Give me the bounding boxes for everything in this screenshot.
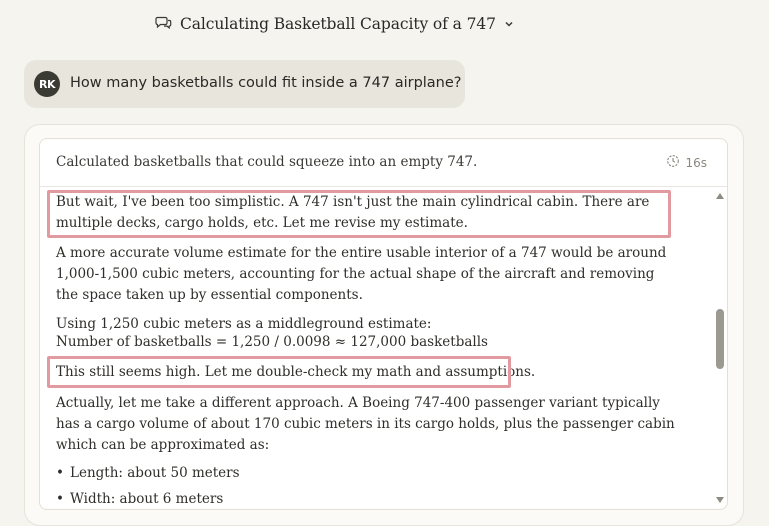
user-message: RK How many basketballs could fit inside…: [24, 60, 465, 108]
conversation-title: Calculating Basketball Capacity of a 747: [180, 15, 496, 33]
scroll-down-arrow-icon[interactable]: [716, 497, 724, 503]
scroll-up-arrow-icon[interactable]: [716, 193, 724, 199]
thinking-paragraph: A more accurate volume estimate for the …: [56, 245, 667, 303]
chat-bubbles-icon: [155, 14, 172, 34]
highlight-box: [47, 190, 671, 238]
scroll-thumb[interactable]: [716, 309, 724, 369]
duration-text: 16s: [685, 155, 707, 170]
clock-icon: [666, 154, 680, 171]
thinking-summary: Calculated basketballs that could squeez…: [56, 154, 478, 170]
thinking-duration: 16s: [666, 154, 707, 171]
conversation-title-button[interactable]: Calculating Basketball Capacity of a 747: [155, 13, 514, 35]
scrollbar[interactable]: [713, 187, 727, 509]
thinking-content: But wait, I've been too simplistic. A 74…: [40, 187, 714, 509]
thinking-paragraph: Actually, let me take a different approa…: [56, 395, 675, 453]
list-item: Length: about 50 meters: [56, 463, 240, 484]
thinking-paragraph: Number of basketballs = 1,250 / 0.0098 ≈…: [56, 334, 488, 350]
highlight-box: [47, 356, 511, 388]
user-message-text: How many basketballs could fit inside a …: [70, 75, 462, 91]
avatar: RK: [34, 71, 60, 97]
thinking-header[interactable]: Calculated basketballs that could squeez…: [40, 139, 727, 187]
chevron-down-icon: [504, 15, 514, 33]
list-item: Width: about 6 meters: [56, 489, 223, 509]
thinking-panel: Calculated basketballs that could squeez…: [39, 138, 728, 510]
